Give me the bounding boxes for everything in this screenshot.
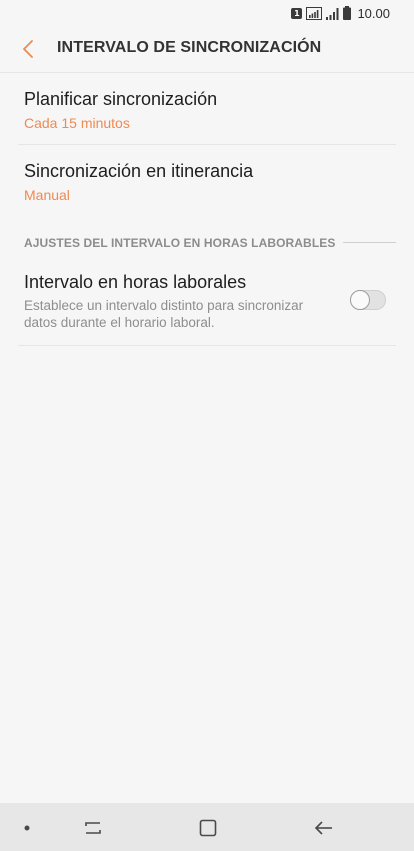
schedule-sync-value: Cada 15 minutos [24, 115, 130, 131]
toggle-knob [350, 290, 370, 310]
page-title: INTERVALO DE SINCRONIZACIÓN [57, 39, 322, 56]
roaming-sync-title: Sincronización en itinerancia [24, 161, 254, 181]
battery-icon [343, 6, 352, 20]
recent-apps-icon [85, 822, 101, 834]
recent-apps-button[interactable] [80, 815, 106, 841]
nav-dot-button[interactable] [14, 815, 40, 841]
work-hours-toggle[interactable] [350, 290, 386, 310]
home-icon [199, 819, 217, 837]
signal-bars-icon [326, 7, 339, 20]
roaming-sync-item[interactable]: Sincronización en itinerancia Manual [18, 145, 396, 218]
roaming-sync-value: Manual [24, 187, 70, 203]
home-button[interactable] [195, 815, 221, 841]
work-hours-item[interactable]: Intervalo en horas laborales Establece u… [18, 258, 396, 345]
status-bar: 1 10.00 [0, 0, 414, 26]
signal-icon [306, 6, 323, 20]
back-button[interactable] [14, 36, 42, 62]
back-nav-button[interactable] [311, 815, 337, 841]
status-icons: 1 10.00 [291, 5, 390, 21]
clock: 10.00 [357, 5, 390, 21]
navigation-bar [0, 803, 414, 851]
divider [18, 345, 396, 346]
section-divider [343, 242, 396, 243]
back-arrow-icon [314, 821, 332, 835]
dot-icon [24, 825, 30, 831]
app-header: INTERVALO DE SINCRONIZACIÓN [0, 26, 414, 73]
chevron-left-icon [23, 40, 33, 58]
work-hours-description: Establece un intervalo distinto para sin… [24, 298, 304, 330]
schedule-sync-item[interactable]: Planificar sincronización Cada 15 minuto… [18, 73, 396, 144]
section-header: AJUSTES DEL INTERVALO EN HORAS LABORABLE… [24, 236, 336, 250]
work-hours-title: Intervalo en horas laborales [24, 272, 247, 292]
sim-1-icon: 1 [291, 7, 303, 19]
schedule-sync-title: Planificar sincronización [24, 89, 218, 109]
